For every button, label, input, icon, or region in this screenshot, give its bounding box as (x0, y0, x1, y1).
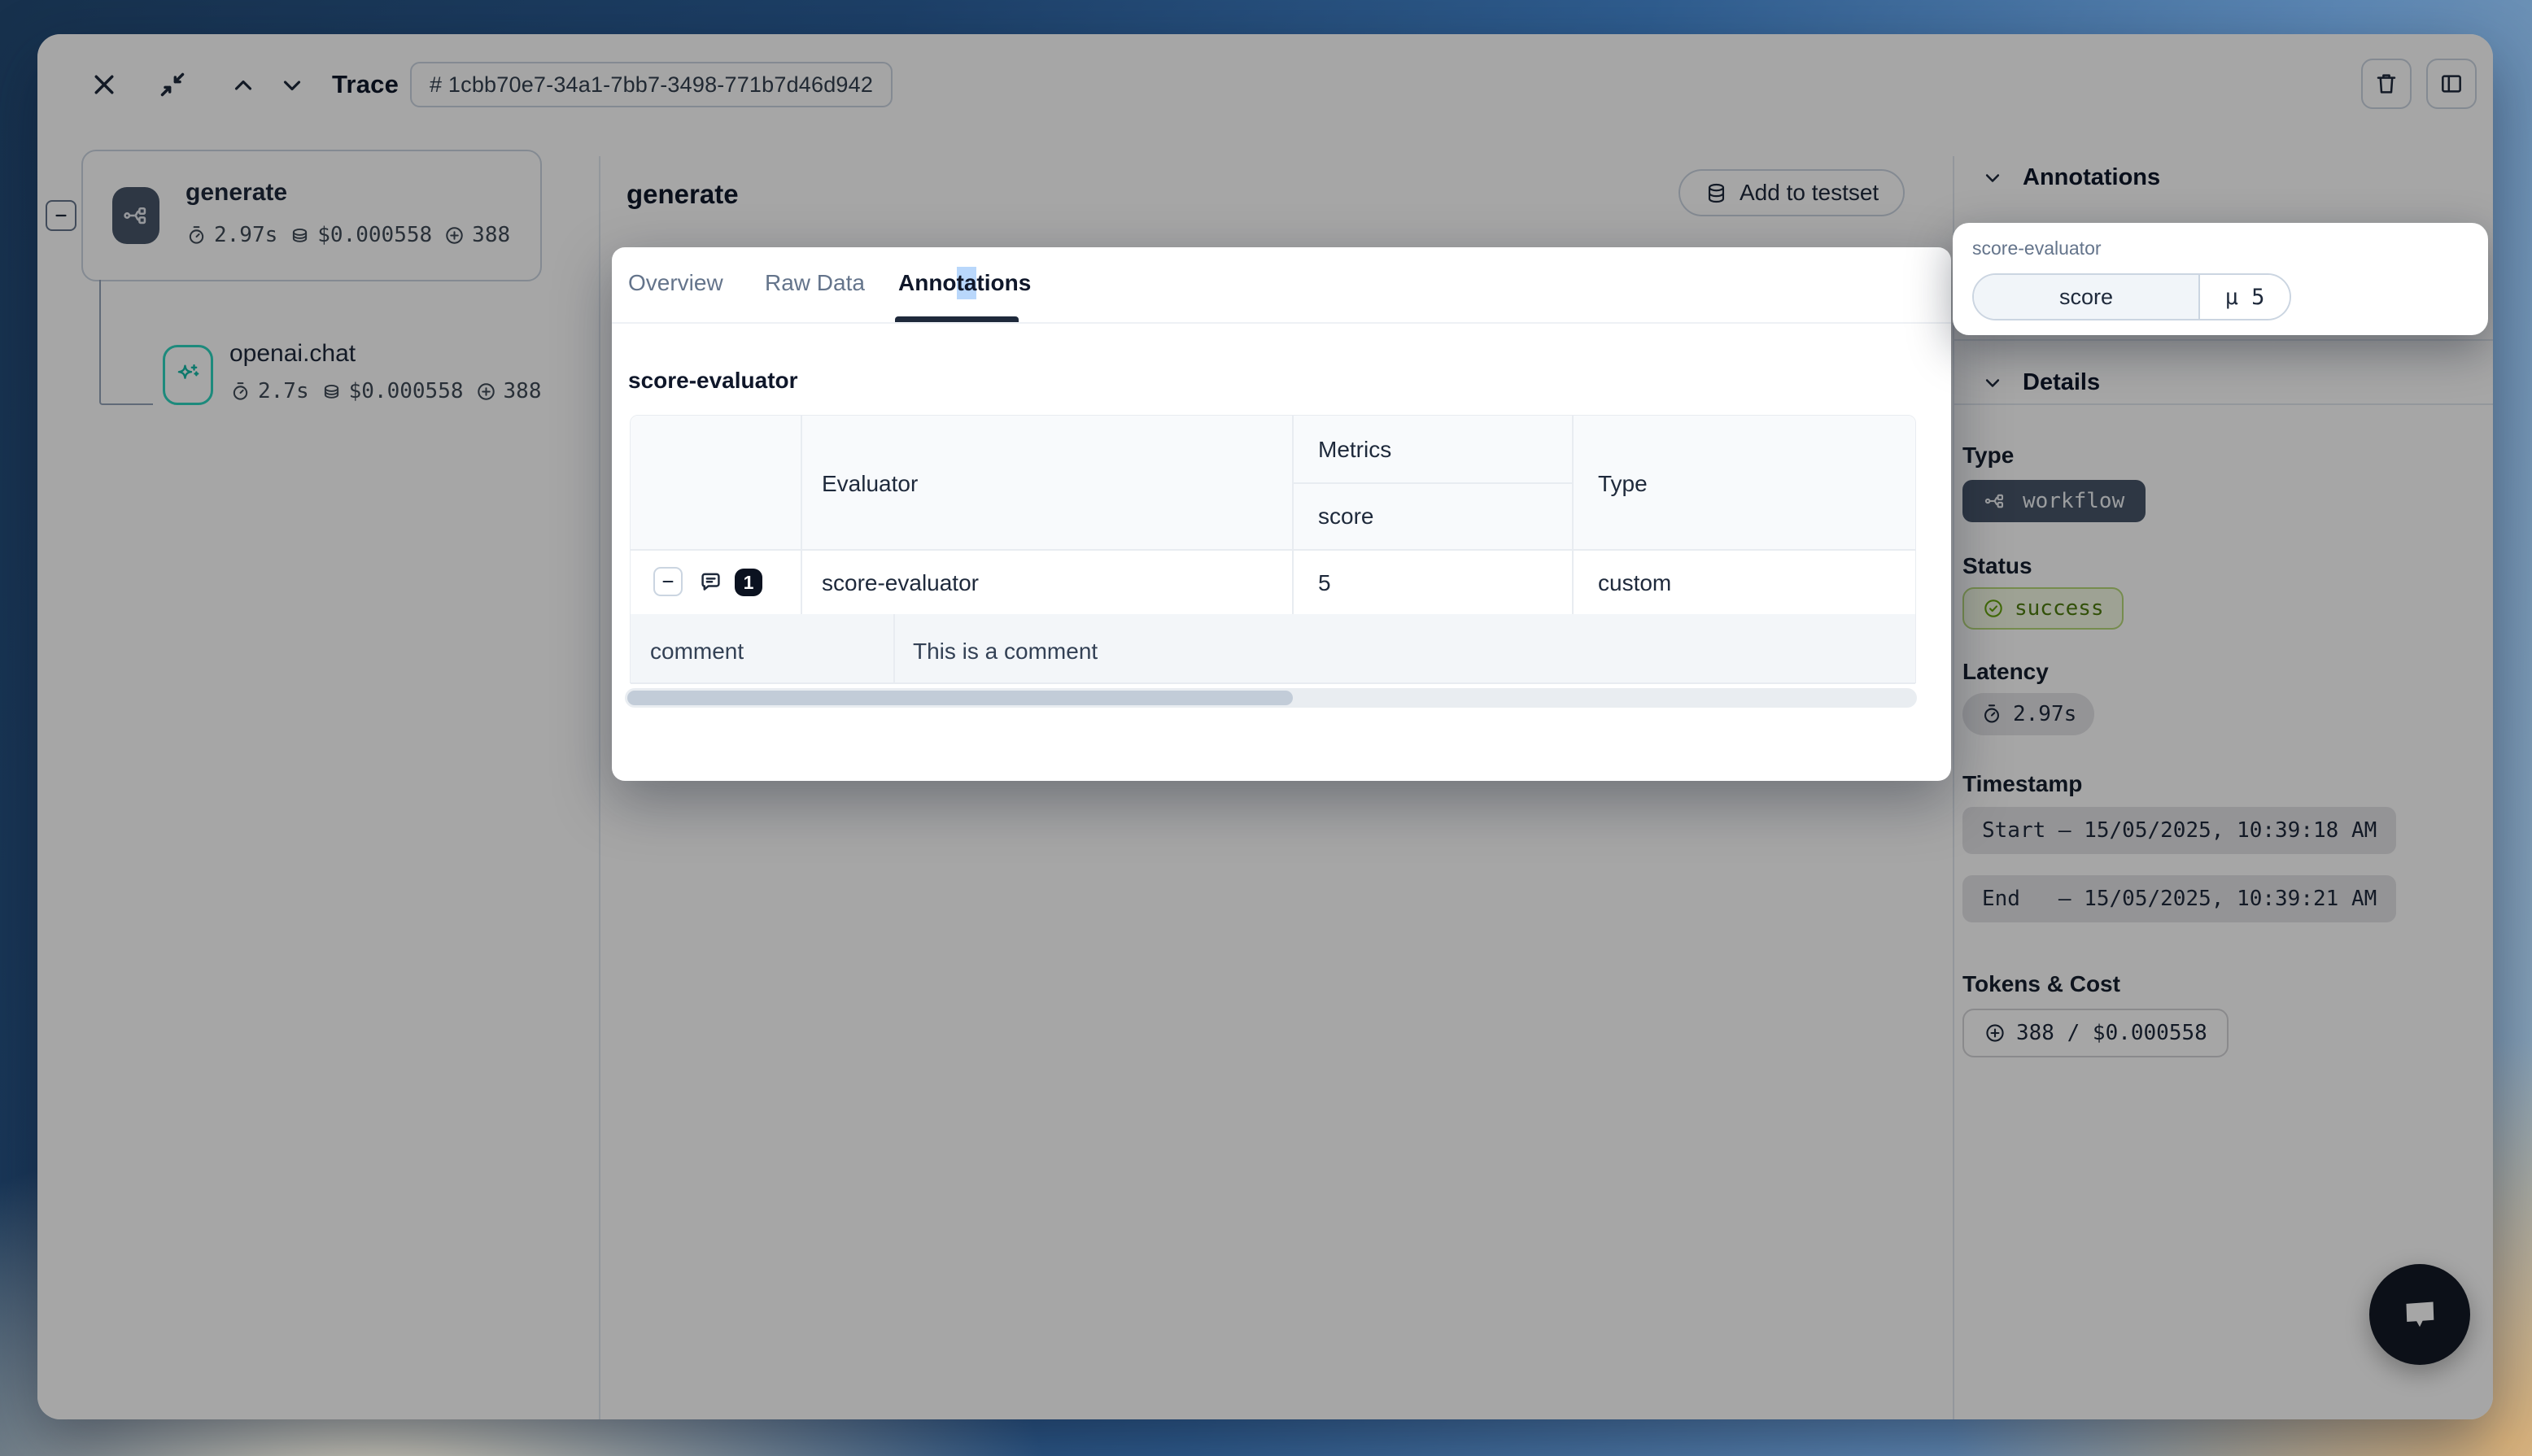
tab-overview[interactable]: Overview (628, 270, 723, 296)
annotations-table: Evaluator Metrics score Type 1 score-eva… (630, 415, 1916, 683)
column-divider (893, 614, 895, 684)
cell-type: custom (1598, 570, 1671, 596)
header-bottom-divider (631, 549, 1915, 551)
comment-subrow (631, 614, 1915, 684)
comment-value: This is a comment (913, 639, 1098, 665)
table-bottom-divider (631, 682, 1915, 684)
cell-score: 5 (1318, 570, 1331, 596)
cell-evaluator: score-evaluator (822, 570, 979, 596)
score-mean-value: µ 5 (2200, 275, 2290, 319)
span-detail-panel: Overview Raw Data Annotations score-eval… (612, 247, 1951, 781)
col-header-type: Type (1598, 471, 1648, 497)
col-header-evaluator: Evaluator (822, 471, 918, 497)
column-divider (1572, 416, 1574, 614)
collapse-row-button[interactable] (653, 567, 683, 596)
col-header-score: score (1318, 503, 1373, 530)
comment-icon[interactable] (697, 569, 724, 595)
trace-sheet: Trace # 1cbb70e7-34a1-7bb7-3498-771b7d46… (37, 34, 2493, 1419)
column-divider (801, 416, 802, 614)
comment-key: comment (650, 639, 744, 665)
tabs-divider (612, 322, 1951, 324)
tab-raw-data[interactable]: Raw Data (765, 270, 865, 296)
metrics-subheader-divider (1292, 482, 1572, 484)
active-tab-indicator (895, 316, 1019, 322)
col-header-metrics: Metrics (1318, 437, 1391, 463)
column-divider (1292, 416, 1294, 614)
annotation-evaluator-label: score-evaluator (1972, 238, 2102, 259)
scrollbar-thumb[interactable] (627, 691, 1293, 705)
annotation-editor-card: score-evaluator score µ 5 (1953, 223, 2488, 335)
evaluator-section-title: score-evaluator (628, 368, 798, 394)
tab-annotations[interactable]: Annotations (898, 270, 1031, 296)
score-control: score µ 5 (1972, 273, 2291, 320)
horizontal-scrollbar[interactable] (625, 688, 1917, 708)
score-metric-button[interactable]: score (1974, 275, 2200, 319)
comment-count-badge[interactable]: 1 (735, 569, 762, 596)
